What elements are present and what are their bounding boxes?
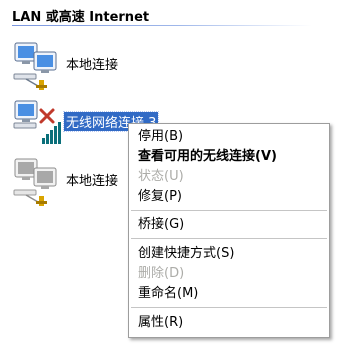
group-title: LAN 或高速 Internet (12, 10, 150, 25)
menu-item-rename[interactable]: 重命名(M) (129, 284, 329, 304)
menu-item-view-wireless[interactable]: 查看可用的无线连接(V) (129, 147, 329, 167)
menu-item-bridge[interactable]: 桥接(G) (129, 215, 329, 235)
lan-connection-icon (13, 42, 57, 90)
menu-item-properties[interactable]: 属性(R) (129, 313, 329, 333)
group-header: LAN 或高速 Internet (0, 0, 360, 26)
menu-separator (131, 238, 327, 239)
menu-item-disable[interactable]: 停用(B) (129, 127, 329, 147)
connection-label: 本地连接 (66, 174, 119, 189)
menu-item-create-shortcut[interactable]: 创建快捷方式(S) (129, 244, 329, 264)
signal-bars-icon (42, 122, 61, 144)
menu-item-repair[interactable]: 修复(P) (129, 187, 329, 207)
disabled-x-icon (39, 108, 55, 124)
connection-label: 本地连接 (66, 58, 119, 73)
menu-separator (131, 210, 327, 211)
menu-item-delete[interactable]: 删除(D) (129, 264, 329, 284)
lan-connection-icon (13, 158, 57, 206)
context-menu: 停用(B) 查看可用的无线连接(V) 状态(U) 修复(P) 桥接(G) 创建快… (128, 123, 330, 338)
group-divider (12, 25, 312, 26)
connection-item-lan[interactable]: 本地连接 (8, 38, 208, 94)
menu-item-status[interactable]: 状态(U) (129, 167, 329, 187)
wireless-connection-icon (13, 100, 61, 144)
network-connections-window: LAN 或高速 Internet 本地连接 无线网络连接 3 本地连接 停用(B… (0, 0, 360, 354)
menu-separator (131, 307, 327, 308)
